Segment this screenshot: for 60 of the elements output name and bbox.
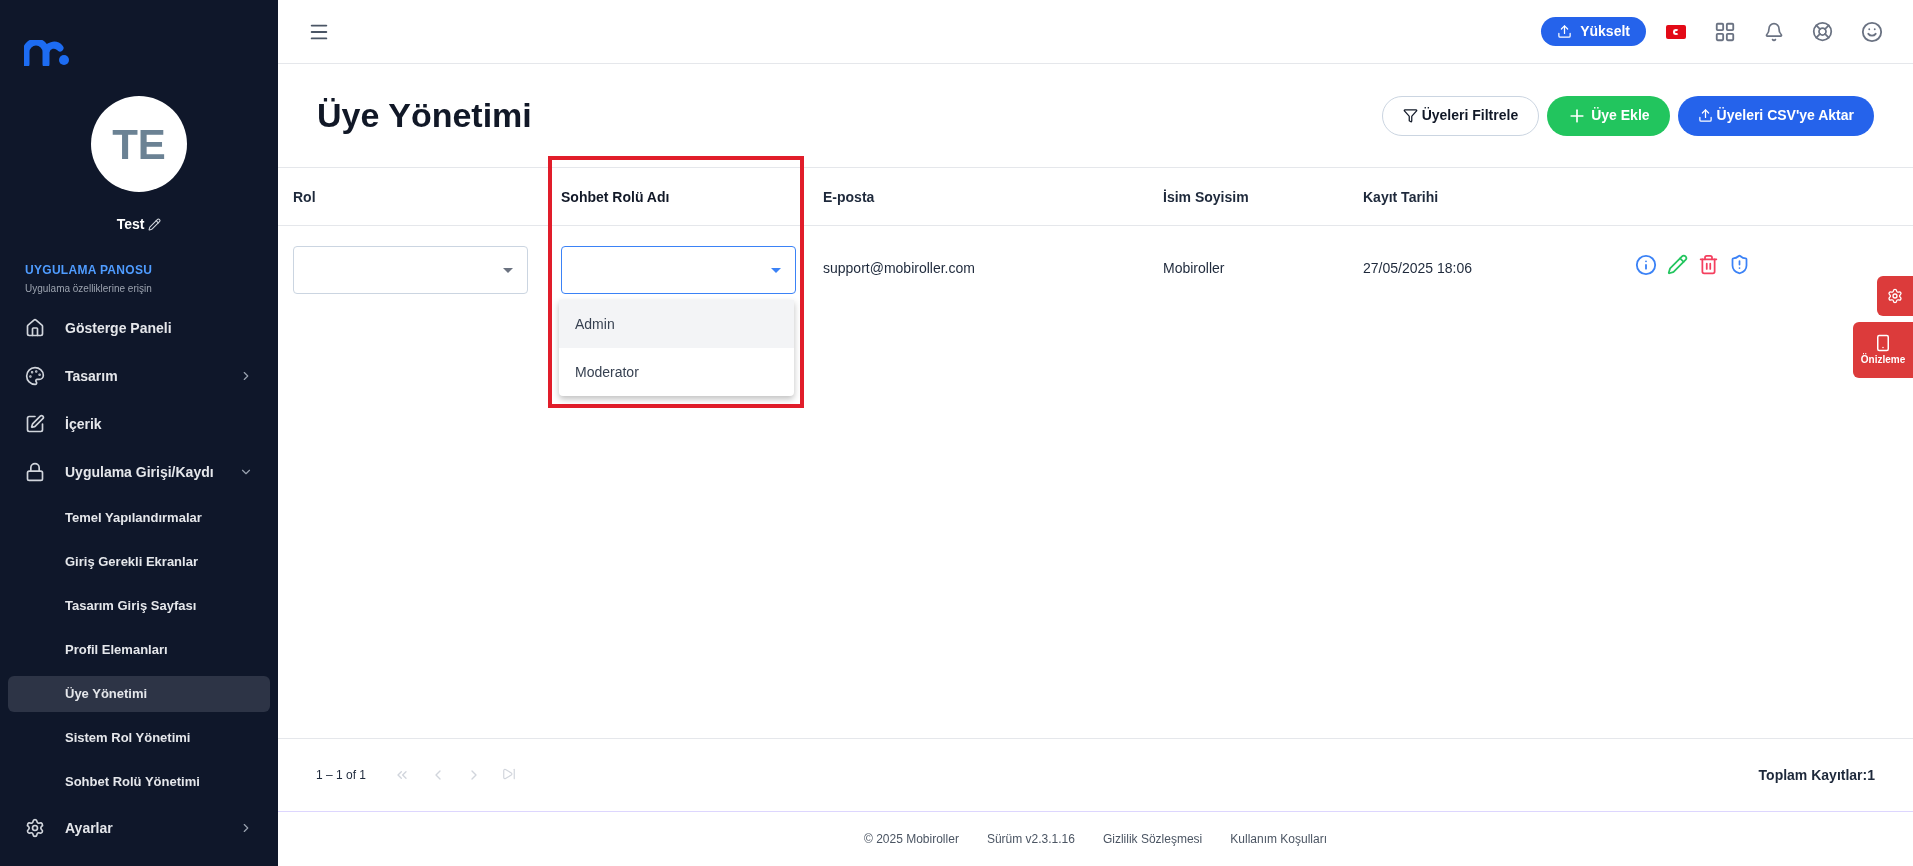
email-cell: support@mobiroller.com [823, 260, 975, 276]
column-header: İsim Soyisim [1163, 188, 1249, 205]
section-subtitle: Uygulama özelliklerine erişin [25, 282, 153, 296]
column-header: Rol [293, 188, 316, 205]
sidebar-subitem[interactable]: Temel Yapılandırmalar [8, 500, 270, 536]
upload-icon [1697, 108, 1713, 123]
info-icon[interactable] [1635, 254, 1657, 276]
sidebar-item[interactable]: İçerik [8, 400, 270, 448]
dropdown-caret-icon [503, 267, 513, 273]
sidebar-item[interactable]: Tasarım [8, 352, 270, 400]
sidebar-item[interactable]: Uygulama Girişi/Kaydı [8, 448, 270, 496]
sidebar-subitem[interactable]: Üye Yönetimi [8, 676, 270, 712]
shield-alert-icon[interactable] [1729, 254, 1750, 275]
column-header: Sohbet Rolü Adı [561, 188, 670, 205]
footer-link[interactable]: Gizlilik Sözleşmesi [1102, 830, 1203, 848]
turkey-flag-icon[interactable] [1666, 24, 1686, 39]
apps-icon[interactable] [1714, 20, 1736, 43]
logo-icon [24, 40, 70, 66]
pagination-range: 1 – 1 of 1 [316, 767, 367, 784]
action-button[interactable]: Üyeleri Filtrele [1381, 95, 1540, 136]
filter-icon [1402, 108, 1418, 123]
lock-icon [25, 462, 45, 482]
lifebuoy-icon[interactable] [1812, 21, 1833, 42]
trash-icon[interactable] [1698, 254, 1719, 275]
phone-icon [1874, 333, 1892, 352]
home-icon [25, 318, 45, 338]
avatar[interactable]: TE [91, 96, 187, 192]
column-header: E-posta [823, 188, 875, 205]
upgrade-button[interactable]: Yükselt [1541, 17, 1646, 46]
face-icon[interactable] [1861, 20, 1883, 43]
preview-button[interactable]: Önizleme [1853, 322, 1913, 378]
total-records: Toplam Kayıtlar:1 [1758, 765, 1875, 785]
sidebar-subitem[interactable]: Tasarım Giriş Sayfası [8, 588, 270, 624]
gear-icon [1887, 288, 1903, 304]
palette-icon [25, 366, 45, 386]
sidebar-subitem[interactable]: Sohbet Rolü Yönetimi [8, 764, 270, 800]
upload-icon [1557, 24, 1573, 39]
column-header: Kayıt Tarihi [1363, 188, 1439, 205]
sidebar-item[interactable]: Gösterge Paneli [8, 304, 270, 352]
chat-role-select[interactable] [561, 246, 796, 294]
user-name: Test [116, 215, 145, 234]
sidebar-subitem[interactable]: Profil Elemanları [8, 632, 270, 668]
date-cell: 27/05/2025 18:06 [1363, 260, 1472, 276]
sidebar-subitem[interactable]: Sistem Rol Yönetimi [8, 720, 270, 756]
dropdown-option[interactable]: Admin [559, 300, 794, 348]
bell-icon[interactable] [1764, 21, 1784, 42]
sidebar-subitem[interactable]: Giriş Gerekli Ekranlar [8, 544, 270, 580]
edit-icon [25, 414, 45, 434]
footer-link[interactable]: Sürüm v2.3.1.16 [986, 830, 1075, 848]
page-title: Üye Yönetimi [317, 95, 533, 136]
dropdown-caret-icon [771, 267, 781, 273]
footer-link[interactable]: Kullanım Koşulları [1230, 830, 1327, 848]
section-title: UYGULAMA PANOSU [25, 262, 154, 279]
settings-button[interactable] [1877, 276, 1913, 316]
pencil-icon[interactable] [148, 218, 162, 231]
name-cell: Mobiroller [1163, 260, 1225, 276]
dropdown-option[interactable]: Moderator [559, 348, 794, 396]
action-button[interactable]: Üyeleri CSV'ye Aktar [1677, 95, 1874, 136]
sidebar-item[interactable]: Ayarlar [8, 804, 270, 852]
gear-icon [25, 818, 45, 838]
